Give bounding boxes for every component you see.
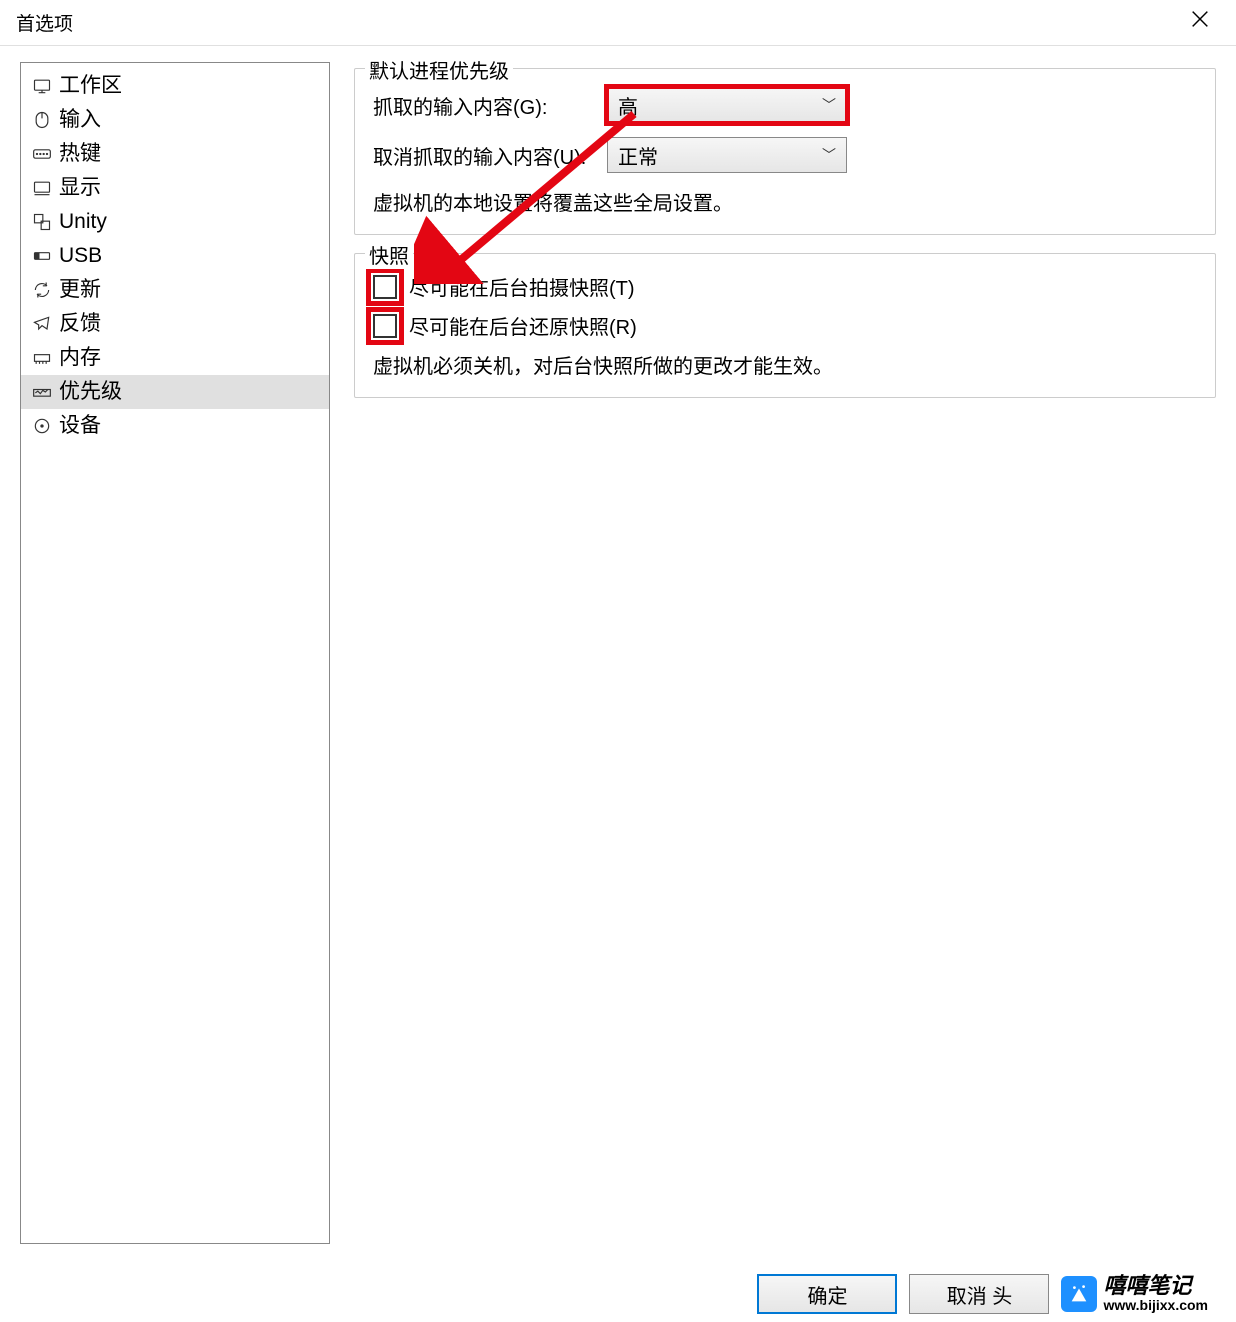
updates-icon	[31, 279, 53, 301]
hotkeys-icon	[31, 143, 53, 165]
grabbed-input-value: 高	[618, 91, 638, 120]
ok-button-label: 确定	[807, 1280, 847, 1309]
feedback-icon	[31, 313, 53, 335]
grabbed-input-dropdown[interactable]: 高 ﹀	[607, 87, 847, 123]
sidebar-item-label: 输入	[59, 105, 101, 135]
sidebar-item-label: USB	[59, 241, 102, 271]
close-icon	[1189, 8, 1211, 30]
sidebar-item-label: 显示	[59, 173, 101, 203]
titlebar: 首选项	[0, 0, 1236, 46]
priority-group-title: 默认进程优先级	[365, 55, 513, 84]
window-title: 首选项	[16, 9, 73, 36]
cancel-button[interactable]: 取消 头	[909, 1274, 1049, 1314]
snapshot-group-title: 快照	[365, 240, 413, 269]
sidebar-item-display[interactable]: 显示	[21, 171, 329, 205]
cancel-extra-text: 头	[992, 1280, 1012, 1309]
devices-icon	[31, 415, 53, 437]
input-icon	[31, 109, 53, 131]
usb-icon	[31, 245, 53, 267]
cancel-button-label: 取消	[947, 1280, 987, 1309]
priority-icon	[31, 381, 53, 403]
sidebar-item-label: 设备	[59, 411, 101, 441]
restore-snapshot-checkbox[interactable]	[373, 314, 397, 338]
sidebar-item-label: 热键	[59, 139, 101, 169]
sidebar-item-devices[interactable]: 设备	[21, 409, 329, 443]
ok-button[interactable]: 确定	[757, 1274, 897, 1314]
sidebar-item-label: 优先级	[59, 377, 122, 407]
memory-icon	[31, 347, 53, 369]
sidebar-item-label: 内存	[59, 343, 101, 373]
sidebar: 工作区 输入 热键 显示 Unity USB 更新 反馈	[20, 62, 330, 1244]
sidebar-item-label: Unity	[59, 207, 107, 237]
sidebar-item-workspace[interactable]: 工作区	[21, 69, 329, 103]
restore-snapshot-label: 尽可能在后台还原快照(R)	[409, 311, 637, 340]
priority-group: 默认进程优先级 抓取的输入内容(G): 高 ﹀ 取消抓取的输入内容(U): 正常…	[354, 68, 1216, 235]
ungrabbed-input-dropdown[interactable]: 正常 ﹀	[607, 137, 847, 173]
watermark-name: 嘻嘻笔记	[1103, 1274, 1208, 1298]
snapshot-note: 虚拟机必须关机，对后台快照所做的更改才能生效。	[373, 350, 1197, 379]
watermark-logo-icon	[1061, 1276, 1097, 1312]
content-panel: 默认进程优先级 抓取的输入内容(G): 高 ﹀ 取消抓取的输入内容(U): 正常…	[354, 62, 1216, 1244]
sidebar-item-feedback[interactable]: 反馈	[21, 307, 329, 341]
chevron-down-icon: ﹀	[822, 145, 836, 165]
workspace-icon	[31, 75, 53, 97]
display-icon	[31, 177, 53, 199]
footer: 确定 取消 头 嘻嘻笔记 www.bijixx.com	[757, 1274, 1208, 1314]
chevron-down-icon: ﹀	[822, 95, 836, 115]
sidebar-item-hotkeys[interactable]: 热键	[21, 137, 329, 171]
watermark: 嘻嘻笔记 www.bijixx.com	[1061, 1274, 1208, 1314]
sidebar-item-memory[interactable]: 内存	[21, 341, 329, 375]
take-snapshot-checkbox[interactable]	[373, 275, 397, 299]
sidebar-item-usb[interactable]: USB	[21, 239, 329, 273]
close-button[interactable]	[1180, 8, 1220, 37]
watermark-url: www.bijixx.com	[1103, 1298, 1208, 1313]
ungrabbed-input-value: 正常	[618, 141, 658, 170]
sidebar-item-unity[interactable]: Unity	[21, 205, 329, 239]
sidebar-item-label: 工作区	[59, 71, 122, 101]
ungrabbed-input-label: 取消抓取的输入内容(U):	[373, 141, 593, 170]
priority-note: 虚拟机的本地设置将覆盖这些全局设置。	[373, 187, 1197, 216]
sidebar-item-input[interactable]: 输入	[21, 103, 329, 137]
unity-icon	[31, 211, 53, 233]
take-snapshot-label: 尽可能在后台拍摄快照(T)	[409, 272, 635, 301]
sidebar-item-label: 更新	[59, 275, 101, 305]
dialog-body: 工作区 输入 热键 显示 Unity USB 更新 反馈	[0, 46, 1236, 1244]
sidebar-item-priority[interactable]: 优先级	[21, 375, 329, 409]
snapshot-group: 快照 尽可能在后台拍摄快照(T) 尽可能在后台还原快照(R) 虚拟机必须关机，对…	[354, 253, 1216, 398]
sidebar-item-updates[interactable]: 更新	[21, 273, 329, 307]
sidebar-item-label: 反馈	[59, 309, 101, 339]
grabbed-input-label: 抓取的输入内容(G):	[373, 91, 593, 120]
